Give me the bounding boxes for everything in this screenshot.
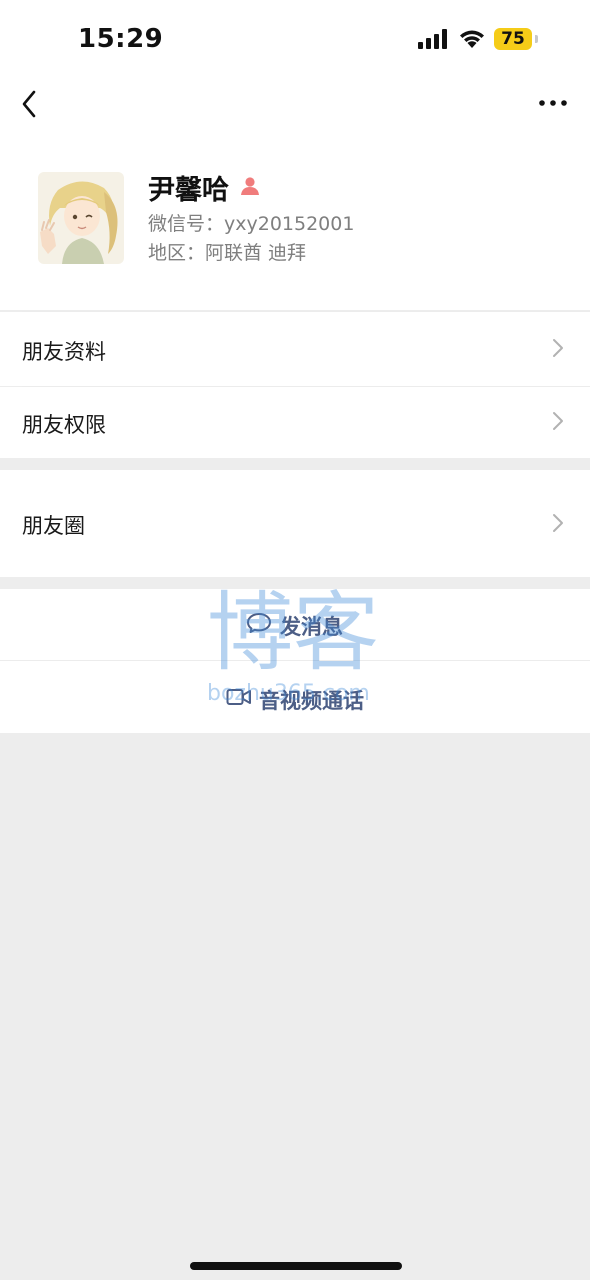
chevron-right-icon <box>553 514 563 532</box>
menu-item-friend-info[interactable]: 朋友资料 <box>0 312 590 386</box>
menu-item-label: 朋友权限 <box>22 413 106 437</box>
female-person-icon <box>241 177 259 195</box>
send-message-label: 发消息 <box>280 615 343 639</box>
cellular-signal-icon <box>418 29 447 49</box>
back-icon[interactable] <box>16 86 44 122</box>
status-bar: 15:29 75 <box>0 0 590 80</box>
chevron-right-icon <box>553 339 563 357</box>
region: 地区：阿联酋 迪拜 <box>148 242 307 264</box>
menu-item-friend-permissions[interactable]: 朋友权限 <box>0 387 590 458</box>
avatar[interactable] <box>38 172 124 264</box>
status-time: 15:29 <box>78 24 164 54</box>
video-call-label: 音视频通话 <box>259 689 364 713</box>
video-camera-icon <box>226 689 251 705</box>
more-icon[interactable] <box>538 92 568 114</box>
wifi-icon <box>460 30 484 48</box>
menu-item-label: 朋友资料 <box>22 340 106 364</box>
send-message-button[interactable]: 发消息 <box>0 589 590 660</box>
profile-name: 尹馨哈 <box>148 175 229 206</box>
wechat-id: 微信号：yxy20152001 <box>148 213 355 235</box>
menu-item-label: 朋友圈 <box>22 514 85 538</box>
chat-bubble-icon <box>247 613 271 633</box>
battery-level: 75 <box>494 28 532 50</box>
video-call-button[interactable]: 音视频通话 <box>0 661 590 733</box>
battery-cap <box>535 35 538 43</box>
menu-item-moments[interactable]: 朋友圈 <box>0 470 590 577</box>
home-indicator[interactable] <box>190 1262 402 1270</box>
chevron-right-icon <box>553 412 563 430</box>
